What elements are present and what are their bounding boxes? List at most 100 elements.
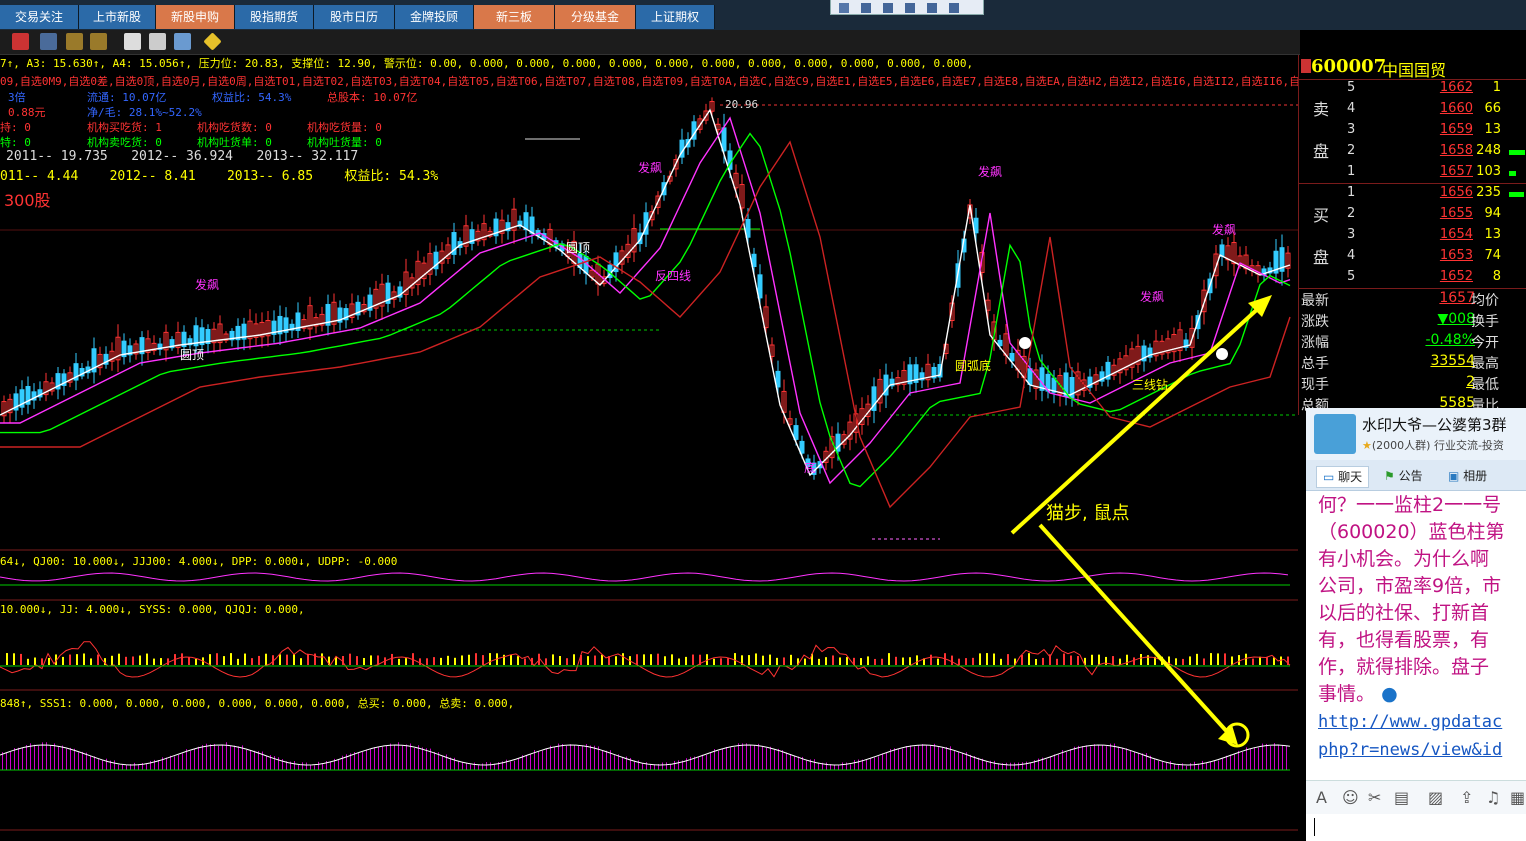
indicator3-bar [126, 764, 127, 770]
indicator3-bar [1142, 753, 1143, 770]
indicator2-bar [832, 655, 834, 665]
indicator3-bar [930, 745, 931, 770]
tab-rili[interactable]: 股市日历 [314, 5, 395, 29]
indicator3-bar [1106, 746, 1107, 770]
stat-key: 现手 [1301, 377, 1329, 393]
draw-tool-icon[interactable] [90, 33, 107, 50]
bid-row[interactable]: 2 1655 94 [1299, 206, 1526, 227]
pattern-yuanding-1: 圆顶 [566, 241, 591, 255]
indicator3-bar [1030, 762, 1031, 770]
screenshot-icon[interactable]: ▤ [1394, 788, 1409, 807]
indicator3-bar [250, 750, 251, 770]
indicator3-bar [598, 746, 599, 770]
indicator2-bar [769, 654, 771, 665]
indicator3-bar [590, 745, 591, 770]
indicator3-bar [718, 750, 719, 770]
bid-row[interactable]: 1 1656 235 [1299, 185, 1526, 206]
indicator2-bar [1056, 658, 1058, 665]
ask-row[interactable]: 5 1662 1 [1299, 80, 1526, 101]
tab-shangshi[interactable]: 上市新股 [79, 5, 156, 29]
image-icon[interactable]: ▨ [1428, 788, 1443, 807]
upload-icon[interactable]: ⇪ [1460, 788, 1473, 807]
picture-icon[interactable] [40, 33, 57, 50]
indicator3-bar [1066, 752, 1067, 770]
indicator3-bar [806, 760, 807, 770]
indicator2-bar [552, 654, 554, 665]
indicator3-bar [866, 759, 867, 770]
indicator3-bar [234, 745, 235, 770]
tab-tougu[interactable]: 金牌投顾 [395, 5, 474, 29]
stat-key2: 最高 [1471, 356, 1499, 372]
indicator2-bar [951, 655, 953, 665]
bid-row[interactable]: 5 1652 8 [1299, 269, 1526, 290]
emoji-picker-icon[interactable]: ☺ [1342, 788, 1359, 807]
tab-chat[interactable]: ▭ 聊天 [1316, 466, 1370, 488]
tab-album[interactable]: ▣ 相册 [1448, 466, 1487, 486]
indicator2-bar [846, 657, 848, 665]
tab-xinsanban[interactable]: 新三板 [474, 5, 555, 29]
bid-row[interactable]: 4 1653 74 [1299, 248, 1526, 269]
chat-input[interactable] [1306, 814, 1526, 841]
kline-chart-area[interactable]: 7↑, A3: 15.630↑, A4: 15.056↑, 压力位: 20.83… [0, 55, 1298, 841]
tab-qiquan[interactable]: 上证期权 [636, 5, 715, 29]
bid-row[interactable]: 3 1654 13 [1299, 227, 1526, 248]
indicator2-bar [986, 653, 988, 665]
floating-toolbar-widget[interactable] [830, 0, 984, 15]
indicator2-bar [1238, 655, 1240, 665]
indicator2-bar [209, 654, 211, 665]
indicator3-bar [90, 755, 91, 770]
tab-jiaoyi[interactable]: 交易关注 [0, 5, 79, 29]
level-volume: 235 [1476, 185, 1501, 200]
ask-row[interactable]: 4 1660 66 [1299, 101, 1526, 122]
indicator2-bar [258, 655, 260, 665]
indicator2-bar [748, 655, 750, 665]
chart-type-icon[interactable] [12, 33, 29, 50]
draw-line-icon[interactable] [66, 33, 83, 50]
pattern-fapiao-3: 发飙 [978, 165, 1003, 179]
analysis-icon[interactable] [174, 33, 191, 50]
tab-xingu[interactable]: 新股申购 [156, 5, 235, 29]
indicator2-bar [762, 655, 764, 665]
indicator3-bar [510, 761, 511, 770]
f-row1-d: 总股本: 10.07亿 [327, 91, 418, 104]
ask-row[interactable]: 3 1659 13 [1299, 122, 1526, 143]
ask-row[interactable]: 1 1657 103 [1299, 164, 1526, 185]
font-icon[interactable]: A [1316, 788, 1327, 807]
qq-chat-window[interactable]: 水印大爷—公婆第3群 ★(2000人群) 行业交流-投资 ▭ 聊天 ⚑ 公告 ▣… [1306, 408, 1526, 841]
indicator2-bar [1042, 657, 1044, 665]
chat-tabs: ▭ 聊天 ⚑ 公告 ▣ 相册 [1306, 460, 1526, 491]
quote-panel: 600007 中国国贸 卖 盘 5 1662 1 4 1660 66 3 1659 13 2 165… [1298, 55, 1526, 415]
diamond-icon[interactable] [203, 32, 222, 51]
indicator2-bar [1210, 653, 1212, 665]
indicator3-bar [38, 745, 39, 770]
indicator2-bar [1231, 656, 1233, 665]
indicator2-bar [1098, 654, 1100, 665]
indicator3-bar [518, 758, 519, 770]
indicator2-bar [1140, 653, 1142, 665]
indicator2-bar [1028, 653, 1030, 665]
indicator2-bar [279, 654, 281, 665]
pattern-fanjixian: 反四线 [655, 269, 692, 283]
tab-notice[interactable]: ⚑ 公告 [1384, 466, 1423, 486]
indicator3-bar [794, 755, 795, 770]
f-row4-b: 机构卖吃货: 0 [87, 136, 162, 149]
indicator2-bar [286, 654, 288, 665]
indicator3-bar [1130, 750, 1131, 770]
stat-key2: 今开 [1471, 335, 1499, 351]
music-icon[interactable]: ♫ [1486, 788, 1500, 807]
more-icon[interactable]: ▦ [1510, 788, 1525, 807]
msg-link-2[interactable]: php?r=news/view&id [1318, 740, 1502, 760]
indicator3-bar [14, 748, 15, 770]
ask-row[interactable]: 2 1658 248 [1299, 143, 1526, 164]
indicator2-bar [433, 657, 435, 665]
info-icon[interactable] [149, 33, 166, 50]
table-icon[interactable] [124, 33, 141, 50]
tab-fenji[interactable]: 分级基金 [555, 5, 636, 29]
indicator3-bar [170, 755, 171, 770]
indicator3-bar [838, 764, 839, 770]
magic-icon[interactable]: ✂ [1368, 788, 1381, 807]
indicator2-bar [195, 658, 197, 665]
msg-link-1[interactable]: http://www.gpdatac [1318, 712, 1502, 732]
tab-guzhi[interactable]: 股指期货 [235, 5, 314, 29]
indicator2-bar [1245, 653, 1247, 665]
